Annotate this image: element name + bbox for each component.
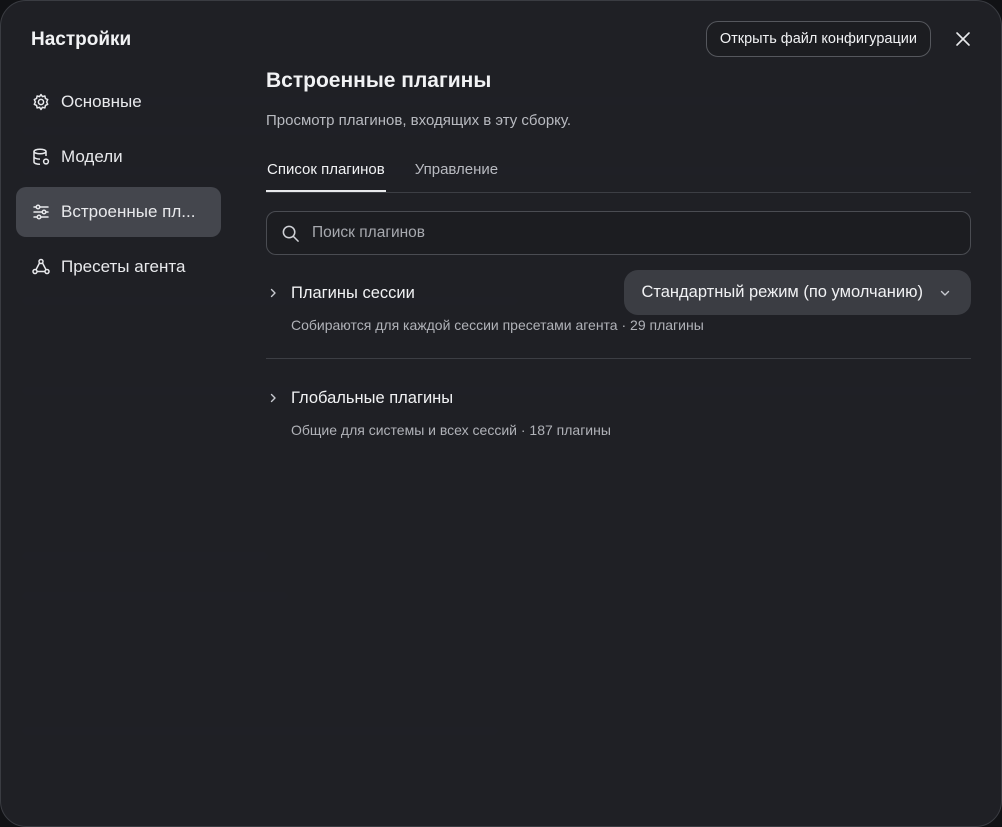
sidebar-item-label: Встроенные пл... xyxy=(61,202,196,221)
search-icon xyxy=(282,225,299,242)
sidebar-item-general[interactable]: Основные xyxy=(16,77,221,127)
chevron-right-icon xyxy=(266,391,280,405)
plugin-group-title: Глобальные плагины xyxy=(291,388,454,407)
database-icon xyxy=(31,147,51,167)
sidebar-item-label: Модели xyxy=(61,147,123,166)
plugin-group-header[interactable]: Глобальные плагины xyxy=(266,375,971,421)
sidebar-item-label: Основные xyxy=(61,92,142,111)
plugins-content: Встроенные плагины Просмотр плагинов, вх… xyxy=(266,67,971,465)
plugin-search xyxy=(266,211,971,255)
tab-management[interactable]: Управление xyxy=(414,152,499,192)
modal-top-actions: Открыть файл конфигурации xyxy=(705,21,975,57)
sidebar-item-builtin-plugins[interactable]: Встроенные пл... xyxy=(16,187,221,237)
chevron-right-icon xyxy=(266,286,280,300)
page-subtitle: Просмотр плагинов, входящих в эту сборку… xyxy=(266,112,572,129)
settings-sidebar: Основные Модели Встроенные пл... Пресеты… xyxy=(16,77,221,297)
tab-plugin-list[interactable]: Список плагинов xyxy=(266,152,386,192)
plugin-group-description: Общие для системы и всех сессий xyxy=(291,422,517,438)
plugin-group-meta: Общие для системы и всех сессий · 187 пл… xyxy=(291,421,971,439)
plugin-group-count: · 187 плагины xyxy=(520,422,611,438)
gear-icon xyxy=(31,92,51,112)
sliders-icon xyxy=(31,202,51,222)
plugin-tabs: Список плагинов Управление xyxy=(266,152,971,193)
sidebar-item-agent-presets[interactable]: Пресеты агента xyxy=(16,242,221,292)
agent-icon xyxy=(31,257,51,277)
session-mode-select[interactable]: Стандартный режим (по умолчанию) xyxy=(624,270,971,315)
chevron-down-icon xyxy=(939,287,951,299)
plugin-group-count: · 29 плагины xyxy=(621,317,704,333)
page-title: Встроенные плагины xyxy=(266,69,492,92)
sidebar-item-models[interactable]: Модели xyxy=(16,132,221,182)
modal-title: Настройки xyxy=(31,29,132,50)
plugin-group-session: Плагины сессии Стандартный режим (по умо… xyxy=(266,270,971,359)
mode-select-value: Стандартный режим (по умолчанию) xyxy=(641,283,923,301)
close-button[interactable] xyxy=(951,27,975,51)
plugin-group-description: Собираются для каждой сессии пресетами а… xyxy=(291,317,618,333)
close-icon xyxy=(956,32,970,46)
settings-modal: Настройки Открыть файл конфигурации Осно… xyxy=(0,0,1002,827)
plugin-group-title: Плагины сессии xyxy=(291,283,415,302)
plugin-group-global: Глобальные плагины Общие для системы и в… xyxy=(266,375,971,465)
plugin-group-meta: Собираются для каждой сессии пресетами а… xyxy=(291,316,971,334)
open-config-file-button[interactable]: Открыть файл конфигурации xyxy=(705,21,931,57)
sidebar-item-label: Пресеты агента xyxy=(61,257,186,276)
search-input[interactable] xyxy=(310,223,970,243)
